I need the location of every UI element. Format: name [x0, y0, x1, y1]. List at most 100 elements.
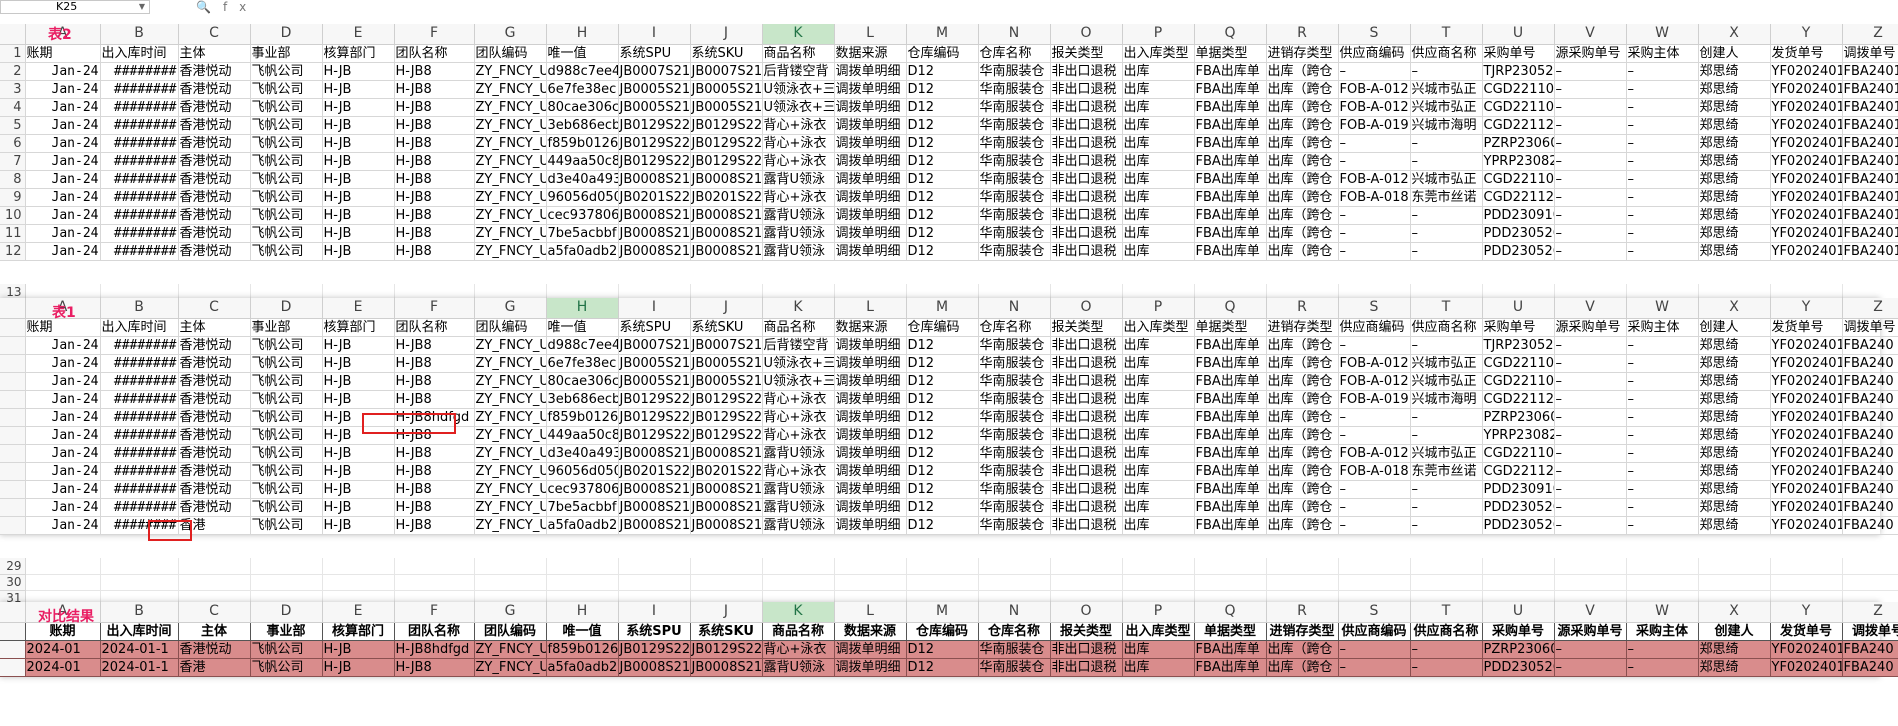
data-cell[interactable]: 出库（跨仓	[1266, 80, 1339, 99]
name-box[interactable]: K25 ▼	[0, 0, 150, 14]
data-cell[interactable]: Jan-24	[25, 480, 101, 499]
field-header[interactable]: 唯一值	[546, 44, 619, 63]
data-cell[interactable]: FOB-A-012	[1338, 354, 1411, 373]
data-cell[interactable]: –	[1410, 134, 1483, 153]
data-cell[interactable]: 出库（跨仓	[1266, 116, 1339, 135]
data-cell[interactable]: –	[1554, 116, 1627, 135]
data-cell[interactable]: 背心+泳衣	[762, 462, 835, 481]
field-header[interactable]: 事业部	[250, 622, 323, 641]
column-header[interactable]: M	[906, 24, 979, 45]
row-header[interactable]: 4	[0, 98, 26, 117]
data-cell[interactable]: 兴城市海明	[1410, 116, 1483, 135]
data-cell[interactable]: 郑思绮	[1698, 98, 1771, 117]
column-header[interactable]: L	[834, 298, 907, 319]
data-cell[interactable]: 调拨单明细	[834, 372, 907, 391]
column-header[interactable]: R	[1266, 298, 1339, 319]
data-cell[interactable]: H-JB8hdfgd	[394, 408, 475, 427]
column-header[interactable]: Q	[1194, 298, 1267, 319]
row-header[interactable]: 30	[0, 574, 26, 591]
data-cell[interactable]: YPRP23082	[1482, 152, 1555, 171]
data-cell[interactable]: JB0005S21	[618, 98, 691, 117]
field-header[interactable]: 出入库时间	[100, 622, 179, 641]
field-header[interactable]: 系统SKU	[690, 44, 763, 63]
data-cell[interactable]: YF0202401	[1770, 480, 1843, 499]
data-cell[interactable]: ########	[100, 462, 179, 481]
data-cell[interactable]: JB0008S21	[690, 516, 763, 535]
data-cell[interactable]: FBA出库单	[1194, 224, 1267, 243]
data-cell[interactable]: H-JB	[322, 62, 395, 81]
data-cell[interactable]: 香港悦动	[178, 408, 251, 427]
data-cell[interactable]: 华南服装仓	[978, 242, 1051, 261]
column-header[interactable]: U	[1482, 602, 1555, 623]
data-cell[interactable]: 香港悦动	[178, 426, 251, 445]
select-all-corner[interactable]	[0, 298, 26, 319]
data-cell[interactable]: YF0202401	[1770, 224, 1843, 243]
data-cell[interactable]: JB0008S21	[618, 480, 691, 499]
data-cell[interactable]: –	[1626, 480, 1699, 499]
data-cell[interactable]: YF0202401	[1770, 134, 1843, 153]
column-header[interactable]: Y	[1770, 602, 1843, 623]
data-cell[interactable]: ########	[100, 480, 179, 499]
data-cell[interactable]: –	[1626, 80, 1699, 99]
data-cell[interactable]: 兴城市弘正	[1410, 354, 1483, 373]
empty-cell[interactable]	[906, 558, 979, 575]
data-cell[interactable]: 飞帆公司	[250, 336, 323, 355]
data-cell[interactable]: 调拨单明细	[834, 134, 907, 153]
field-header[interactable]: 仓库编码	[906, 44, 979, 63]
data-cell[interactable]: FBA240	[1842, 408, 1898, 427]
column-header[interactable]: S	[1338, 298, 1411, 319]
empty-cell[interactable]	[834, 558, 907, 575]
data-cell[interactable]: H-JB8	[394, 516, 475, 535]
field-header[interactable]: 仓库名称	[978, 44, 1051, 63]
field-header[interactable]: 采购单号	[1482, 318, 1555, 337]
empty-cell[interactable]	[762, 574, 835, 591]
data-cell[interactable]: ZY_FNCY_U	[474, 426, 547, 445]
empty-cell[interactable]	[394, 558, 475, 575]
data-cell[interactable]: 华南服装仓	[978, 206, 1051, 225]
data-cell[interactable]: YF0202401	[1770, 116, 1843, 135]
data-cell[interactable]: CGD221103	[1482, 444, 1555, 463]
data-cell[interactable]: H-JB	[322, 498, 395, 517]
data-cell[interactable]: ########	[100, 170, 179, 189]
data-cell[interactable]: –	[1626, 116, 1699, 135]
data-cell[interactable]: 6e7fe38ec	[546, 80, 619, 99]
field-header[interactable]: 系统SKU	[690, 318, 763, 337]
data-cell[interactable]: ########	[100, 188, 179, 207]
data-cell[interactable]: ########	[100, 408, 179, 427]
column-header[interactable]: Z	[1842, 602, 1898, 623]
data-cell[interactable]: ########	[100, 242, 179, 261]
data-cell[interactable]: 飞帆公司	[250, 98, 323, 117]
data-cell[interactable]: 出库	[1122, 498, 1195, 517]
data-cell[interactable]: 郑思绮	[1698, 206, 1771, 225]
data-cell[interactable]: 露背U领泳	[762, 170, 835, 189]
empty-cell[interactable]	[1698, 574, 1771, 591]
data-cell[interactable]: 出库	[1122, 354, 1195, 373]
column-header[interactable]: X	[1698, 298, 1771, 319]
data-cell[interactable]: H-JB8	[394, 98, 475, 117]
column-header[interactable]: C	[178, 602, 251, 623]
data-cell[interactable]: 调拨单明细	[834, 170, 907, 189]
data-cell[interactable]: 后背镂空背	[762, 336, 835, 355]
data-cell[interactable]: 郑思绮	[1698, 116, 1771, 135]
data-cell[interactable]: FBA出库单	[1194, 462, 1267, 481]
data-cell[interactable]: 香港悦动	[178, 98, 251, 117]
chevron-down-icon[interactable]: ▼	[139, 1, 145, 13]
data-cell[interactable]: JB0008S21	[690, 242, 763, 261]
column-header[interactable]: B	[100, 298, 179, 319]
field-header[interactable]: 报关类型	[1050, 318, 1123, 337]
data-cell[interactable]: JB0008S21	[690, 480, 763, 499]
data-cell[interactable]: 香港悦动	[178, 444, 251, 463]
data-cell[interactable]: 飞帆公司	[250, 80, 323, 99]
data-cell[interactable]: 香港悦动	[178, 152, 251, 171]
data-cell[interactable]: 出库	[1122, 152, 1195, 171]
column-header[interactable]: B	[100, 602, 179, 623]
data-cell[interactable]: ZY_FNCY_U	[474, 80, 547, 99]
data-cell[interactable]: JB0007S21	[690, 336, 763, 355]
data-cell[interactable]: 郑思绮	[1698, 426, 1771, 445]
column-header[interactable]: K	[762, 24, 835, 45]
data-cell[interactable]: H-JB8	[394, 116, 475, 135]
column-header[interactable]: F	[394, 24, 475, 45]
data-cell[interactable]: ZY_FNCY_U	[474, 206, 547, 225]
column-header[interactable]: O	[1050, 24, 1123, 45]
data-cell[interactable]: 郑思绮	[1698, 152, 1771, 171]
